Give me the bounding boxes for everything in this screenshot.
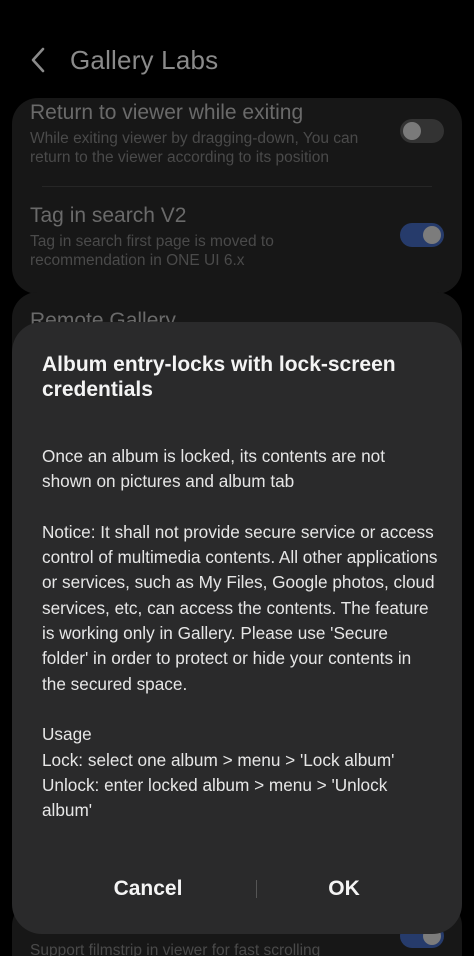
ok-button[interactable]: OK [244,866,444,912]
dialog-notice: Notice: It shall not provide secure serv… [42,521,438,694]
return-to-viewer-toggle[interactable] [400,119,444,143]
dialog-usage: Usage Lock: select one album > menu > 'L… [42,722,438,823]
tag-in-search-toggle[interactable] [400,223,444,247]
gallery-labs-screen: Gallery Labs Return to viewer while exit… [0,0,474,956]
toggle-knob [423,226,441,244]
dialog-title: Album entry-locks with lock-screen crede… [42,353,396,401]
lock-info-dialog: Album entry-locks with lock-screen crede… [12,322,462,934]
dialog-body: Once an album is locked, its contents ar… [42,444,438,823]
setting-title: Return to viewer while exiting [30,101,304,124]
setting-filmstrip[interactable]: Support filmstrip in viewer for fast scr… [30,938,370,956]
setting-tag-in-search[interactable]: Tag in search V2 Tag in search first pag… [30,203,390,270]
back-button[interactable] [8,30,68,90]
back-arrow-icon [31,47,45,73]
dialog-paragraph: Once an album is locked, its contents ar… [42,446,385,492]
cancel-button[interactable]: Cancel [48,866,248,912]
setting-return-to-viewer[interactable]: Return to viewer while exiting While exi… [30,100,390,167]
usage-lock: Lock: select one album > menu > 'Lock al… [42,749,395,770]
setting-description: Support filmstrip in viewer for fast scr… [30,942,321,956]
usage-heading: Usage [42,724,92,745]
app-bar: Gallery Labs [0,30,474,90]
setting-description: Tag in search first page is moved to rec… [30,233,274,269]
toggle-knob [403,122,421,140]
settings-card: Return to viewer while exiting While exi… [12,98,462,294]
dialog-button-bar: Cancel OK [12,866,462,912]
usage-unlock: Unlock: enter locked album > menu > 'Unl… [42,774,388,821]
page-title: Gallery Labs [70,44,219,75]
setting-description: While exiting viewer by dragging-down, Y… [30,130,359,166]
divider [42,186,432,187]
setting-title: Tag in search V2 [30,204,187,227]
